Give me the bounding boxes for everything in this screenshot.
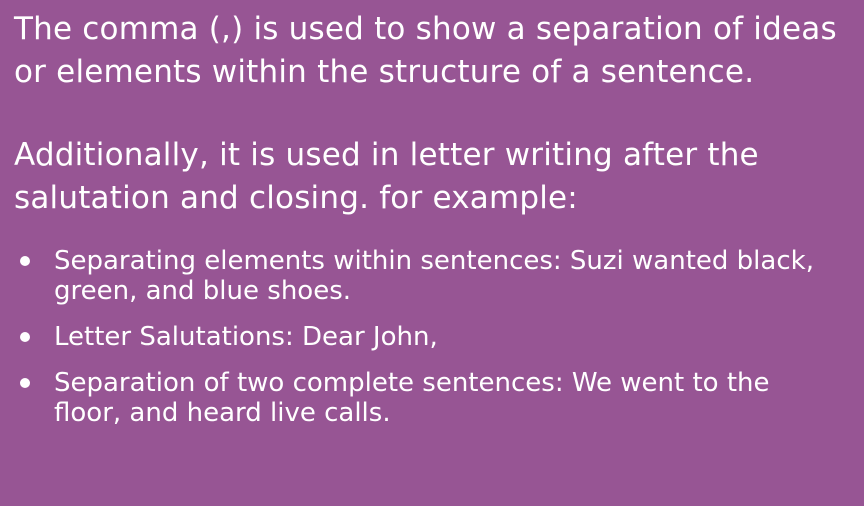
bullet-icon: [20, 256, 30, 266]
list-item: Separation of two complete sentences: We…: [14, 368, 844, 428]
letter-writing-paragraph: Additionally, it is used in letter writi…: [14, 137, 759, 216]
bullet-icon: [20, 378, 30, 388]
list-item-text: Letter Salutations: Dear John,: [54, 322, 438, 352]
example-list: Separating elements within sentences: Su…: [14, 246, 844, 428]
slide: The comma (,) is used to show a separati…: [0, 0, 864, 506]
intro-paragraph: The comma (,) is used to show a separati…: [14, 11, 837, 90]
list-item: Letter Salutations: Dear John,: [14, 322, 844, 352]
list-item-text: Separation of two complete sentences: We…: [54, 368, 770, 428]
list-item-text: Separating elements within sentences: Su…: [54, 246, 814, 306]
list-item: Separating elements within sentences: Su…: [14, 246, 844, 306]
bullet-icon: [20, 332, 30, 342]
